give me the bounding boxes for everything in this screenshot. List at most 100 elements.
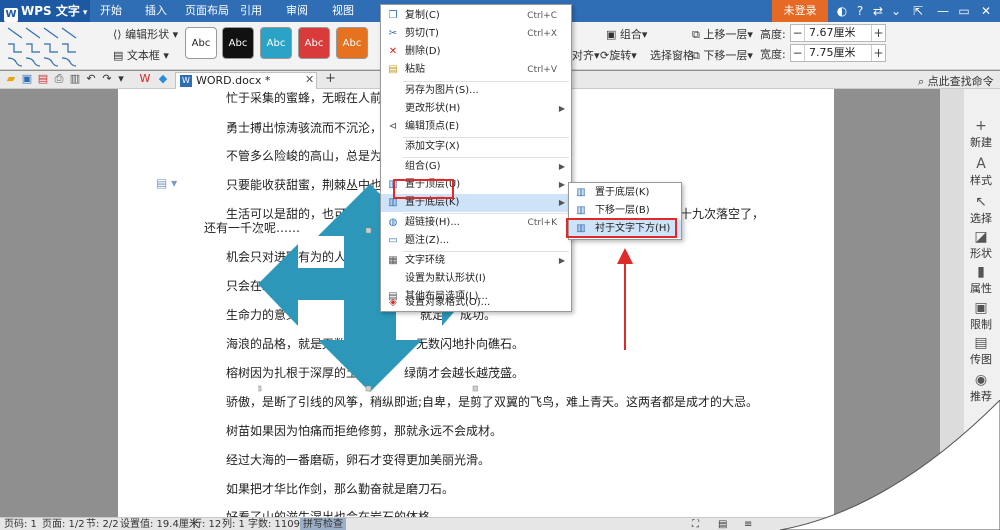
side-property-label: 属性	[970, 282, 992, 295]
side-shape-button[interactable]: ◪ 形状	[964, 229, 998, 261]
shape-style-black[interactable]: Abc	[222, 27, 254, 59]
new-doc-icon: +	[975, 118, 987, 134]
wrap-icon: ▦	[388, 255, 398, 266]
restore-icon[interactable]: ⇱	[910, 3, 926, 19]
paragraph-layout-icon[interactable]: ▤ ▾	[156, 176, 177, 190]
send-backward-button[interactable]: ⧉ 下移一层▾	[692, 47, 753, 63]
open-folder-icon[interactable]: ▰	[4, 72, 18, 86]
shape-style-teal[interactable]: Abc	[260, 27, 292, 59]
doc-line-14: 经过大海的一番磨砺，卵石才变得更加美丽光滑。	[226, 453, 491, 467]
menu-copy[interactable]: ❐ 复制(C) Ctrl+C	[381, 7, 571, 25]
tab-home[interactable]: 开始	[100, 0, 122, 22]
page-view-icon[interactable]: ▤	[718, 518, 727, 530]
share-icon[interactable]: ⇄	[870, 3, 886, 19]
submenu-arrow-icon: ▶	[558, 104, 565, 113]
minimize-icon[interactable]: —	[935, 3, 951, 19]
side-upload-button[interactable]: ▤ 传图	[964, 335, 998, 367]
tab-page-layout[interactable]: 页面布局	[185, 0, 229, 22]
cloud-icon[interactable]: ◆	[156, 72, 170, 86]
tab-insert[interactable]: 插入	[145, 0, 167, 22]
menu-edit-points[interactable]: ⊲ 编辑顶点(E)	[381, 118, 571, 136]
select-pane-button[interactable]: 选择窗格	[650, 47, 694, 63]
lock-icon: ▣	[974, 300, 988, 316]
close-icon[interactable]: ✕	[978, 3, 994, 19]
save-icon[interactable]: ▣	[20, 72, 34, 86]
width-stepper[interactable]: − 7.75厘米 +	[790, 44, 886, 62]
height-stepper[interactable]: − 7.67厘米 +	[790, 24, 886, 42]
menu-text-wrap[interactable]: ▦ 文字环绕 ▶	[381, 252, 571, 270]
menu-change-shape[interactable]: 更改形状(H) ▶	[381, 100, 571, 118]
login-button[interactable]: 未登录	[772, 0, 828, 22]
height-value[interactable]: 7.67厘米	[809, 25, 856, 41]
shapes-icon: ◪	[974, 229, 988, 245]
side-restrict-button[interactable]: ▣ 限制	[964, 300, 998, 332]
menu-save-as-image[interactable]: 另存为图片(S)...	[381, 82, 571, 100]
preview-icon[interactable]: ▥	[68, 72, 82, 86]
status-row: 行: 12	[192, 519, 222, 530]
height-decrease-button[interactable]: −	[791, 25, 805, 41]
shape-style-red[interactable]: Abc	[298, 27, 330, 59]
spell-check-button[interactable]: 拼写检查	[300, 518, 346, 530]
status-word-count[interactable]: 字数: 1109	[248, 518, 300, 530]
customize-chevron-icon[interactable]: ▾	[114, 72, 128, 86]
width-increase-button[interactable]: +	[871, 45, 885, 61]
menu-add-text-label: 添加文字(X)	[405, 141, 460, 152]
shape-style-white[interactable]: Abc	[185, 27, 217, 59]
width-value[interactable]: 7.75厘米	[809, 45, 856, 61]
close-tab-icon[interactable]: ✕	[305, 73, 314, 86]
hyperlink-icon: ◍	[388, 217, 398, 228]
height-increase-button[interactable]: +	[871, 25, 885, 41]
menu-set-default-shape[interactable]: 设置为默认形状(I)	[381, 270, 571, 288]
doc-line-12: 骄傲，是断了引线的风筝，稍纵即逝;自卑，是剪了双翼的飞鸟，难上青天。这两者都是成…	[226, 395, 759, 409]
menu-copy-label: 复制(C)	[405, 10, 440, 21]
menu-cut[interactable]: ✂ 剪切(T) Ctrl+X	[381, 25, 571, 43]
rotate-button[interactable]: ⟳旋转▾	[600, 47, 637, 63]
submenu-send-to-back[interactable]: ▥ 置于底层(K)	[569, 184, 681, 202]
menu-copy-shortcut: Ctrl+C	[527, 11, 557, 21]
side-style-button[interactable]: A 样式	[964, 156, 998, 188]
find-command-box[interactable]: ⌕ 点此查找命令	[918, 73, 994, 89]
add-tab-icon[interactable]: +	[325, 71, 336, 86]
doc-line-3: 不管多么险峻的高山，总是为不畏	[226, 149, 407, 163]
redo-icon[interactable]: ↷	[100, 72, 114, 86]
edit-shape-button[interactable]: ⟨⟩ 编辑形状 ▾	[113, 26, 178, 42]
menu-add-text[interactable]: 添加文字(X)	[381, 138, 571, 156]
side-select-button[interactable]: ↖ 选择	[964, 194, 998, 226]
cut-icon: ✂	[388, 28, 398, 39]
side-property-button[interactable]: ▮ 属性	[964, 264, 998, 296]
text-box-icon: ▤	[113, 49, 124, 62]
menu-caption[interactable]: ▭ 题注(Z)...	[381, 232, 571, 250]
menu-delete[interactable]: ✕ 删除(D)	[381, 43, 571, 61]
menu-hyperlink[interactable]: ◍ 超链接(H)... Ctrl+K	[381, 214, 571, 232]
app-menu-button[interactable]: W WPS 文字 ▾	[0, 0, 90, 22]
align-button[interactable]: 对齐▾	[572, 47, 600, 63]
side-upload-label: 传图	[970, 353, 992, 366]
export-pdf-icon[interactable]: ▤	[36, 72, 50, 86]
width-label: 宽度:	[760, 48, 786, 61]
shape-style-orange[interactable]: Abc	[336, 27, 368, 59]
print-icon[interactable]: ⎙	[52, 72, 66, 86]
upload-icon: ▤	[974, 335, 988, 351]
wps-home-icon[interactable]: W	[138, 72, 152, 86]
menu-format-object[interactable]: ◈ 设置对象格式(O)...	[381, 295, 571, 311]
menu-paste[interactable]: ▤ 粘贴 Ctrl+V	[381, 61, 571, 79]
fullscreen-icon[interactable]: ⛶	[692, 518, 699, 530]
maximize-icon[interactable]: ▭	[956, 3, 972, 19]
bring-forward-button[interactable]: ⧉ 上移一层▾	[692, 26, 753, 42]
width-decrease-button[interactable]: −	[791, 45, 805, 61]
text-box-button[interactable]: ▤ 文本框 ▾	[113, 47, 169, 63]
side-new-button[interactable]: + 新建	[964, 118, 998, 150]
connector-lines-gallery[interactable]	[4, 24, 90, 68]
undo-icon[interactable]: ↶	[84, 72, 98, 86]
group-button[interactable]: ▣ 组合▾	[606, 26, 647, 42]
menu-text-wrap-label: 文字环绕	[405, 255, 445, 266]
menu-group[interactable]: 组合(G) ▶	[381, 158, 571, 176]
help-icon[interactable]: ?	[852, 3, 868, 19]
document-tab[interactable]: W WORD.docx *	[175, 72, 317, 89]
tab-review[interactable]: 审阅	[286, 0, 308, 22]
status-page: 页面: 1/2	[42, 519, 85, 530]
skin-icon[interactable]: ◐	[834, 3, 850, 19]
tab-view[interactable]: 视图	[332, 0, 354, 22]
tab-reference[interactable]: 引用	[240, 0, 262, 22]
menu-chevron-icon[interactable]: ⌄	[888, 3, 904, 19]
